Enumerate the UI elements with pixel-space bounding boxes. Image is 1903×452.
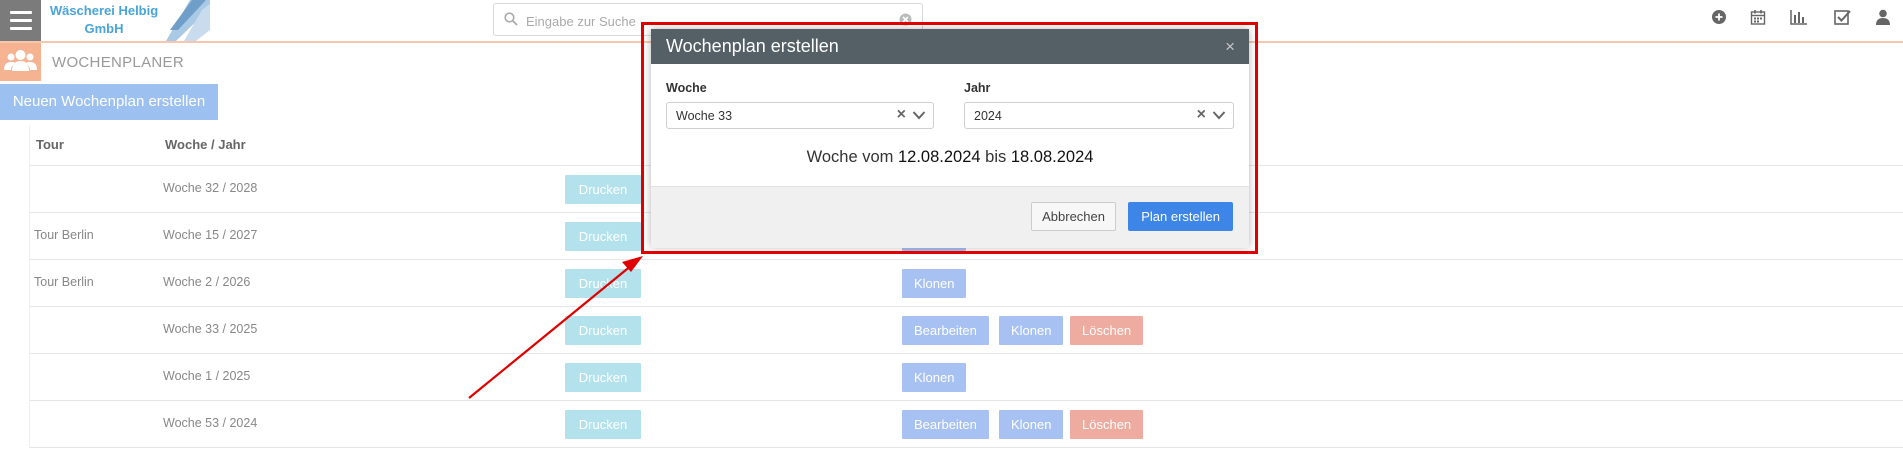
clone-button[interactable]: Klonen (999, 410, 1064, 439)
clone-button[interactable]: Klonen (902, 269, 967, 298)
print-button[interactable]: Drucken (565, 363, 641, 392)
company-logo[interactable]: Wäscherei Helbig GmbH (44, 0, 210, 41)
new-weekly-plan-button[interactable]: Neuen Wochenplan erstellen (0, 84, 218, 120)
tour-cell: Tour Berlin (34, 275, 94, 289)
search-icon (504, 12, 518, 26)
logo-line-2: GmbH (84, 21, 124, 36)
week-cell: Woche 33 / 2025 (163, 322, 258, 336)
tour-cell: Tour Berlin (34, 228, 94, 242)
edit-button[interactable]: Bearbeiten (902, 316, 989, 345)
checkbox-icon[interactable] (1834, 9, 1851, 25)
table-row: Tour Berlin Woche 2 / 2026 Drucken Klone… (30, 260, 1903, 307)
print-button[interactable]: Drucken (565, 269, 641, 298)
column-header-week-year: Woche / Jahr (165, 137, 246, 152)
week-cell: Woche 53 / 2024 (163, 416, 258, 430)
week-cell: Woche 32 / 2028 (163, 181, 258, 195)
delete-button[interactable]: Löschen (1070, 410, 1144, 439)
annotation-highlight-box (641, 22, 1258, 254)
clone-button[interactable]: Klonen (999, 316, 1064, 345)
delete-button[interactable]: Löschen (1070, 316, 1144, 345)
column-header-tour: Tour (36, 137, 64, 152)
user-icon[interactable] (1876, 9, 1890, 25)
week-cell: Woche 2 / 2026 (163, 275, 251, 289)
clone-button[interactable]: Klonen (902, 363, 967, 392)
week-cell: Woche 1 / 2025 (163, 369, 251, 383)
table-row: Woche 53 / 2024 Drucken Bearbeiten Klone… (30, 401, 1903, 448)
table-row: Woche 1 / 2025 Drucken Klonen (30, 354, 1903, 401)
week-cell: Woche 15 / 2027 (163, 228, 258, 242)
print-button[interactable]: Drucken (565, 316, 641, 345)
bar-chart-icon[interactable] (1790, 9, 1808, 25)
table-row: Woche 33 / 2025 Drucken Bearbeiten Klone… (30, 307, 1903, 354)
edit-button[interactable]: Bearbeiten (902, 410, 989, 439)
page-title: WOCHENPLANER (52, 54, 184, 71)
calendar-icon[interactable] (1750, 9, 1766, 25)
print-button[interactable]: Drucken (565, 175, 641, 204)
print-button[interactable]: Drucken (565, 222, 641, 251)
logo-line-1: Wäscherei Helbig (49, 3, 159, 18)
print-button[interactable]: Drucken (565, 410, 641, 439)
logo-graphic (166, 0, 210, 41)
add-circle-icon[interactable] (1711, 9, 1727, 25)
hamburger-menu-icon[interactable] (0, 0, 41, 41)
group-icon (0, 43, 41, 81)
